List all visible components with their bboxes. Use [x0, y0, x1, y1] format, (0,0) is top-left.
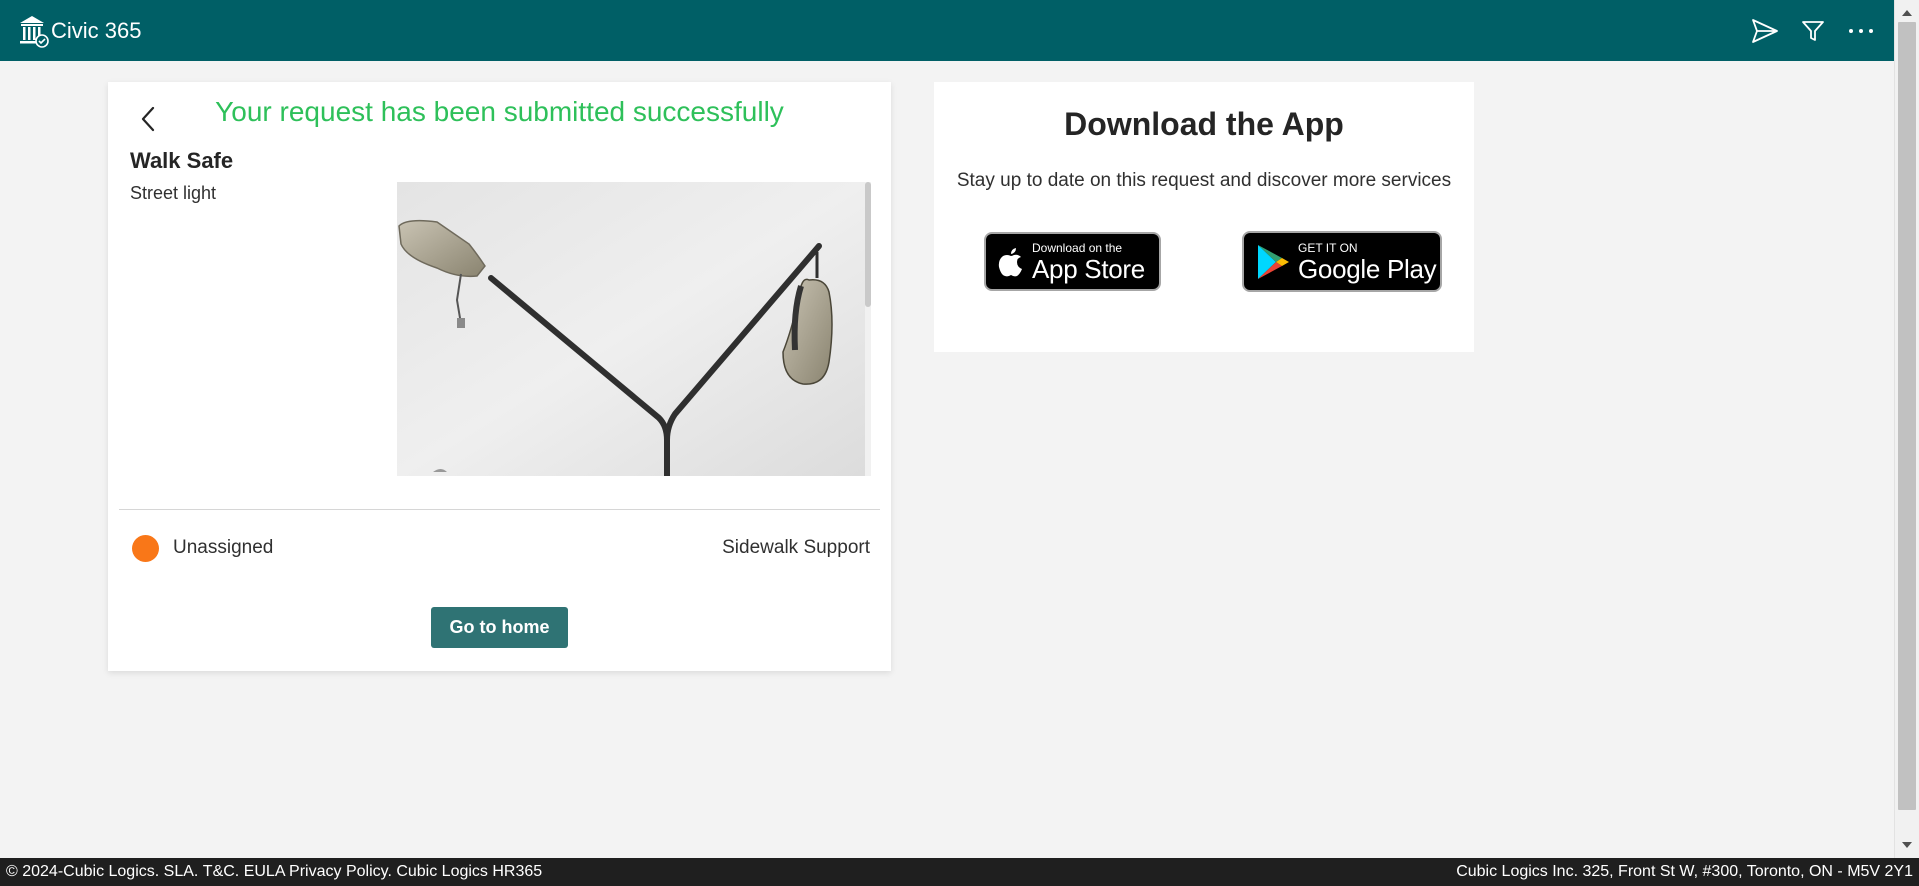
request-confirmation-card: Your request has been submitted successf…	[108, 82, 891, 671]
app-store-small-text: Download on the	[1032, 240, 1123, 255]
photo-scroll-thumb[interactable]	[865, 182, 871, 307]
app-store-big-text: App Store	[1032, 253, 1145, 284]
eula-link[interactable]: EULA	[244, 863, 289, 881]
brand[interactable]: Civic 365	[18, 14, 141, 48]
bank-logo-icon	[20, 15, 49, 48]
download-subtitle: Stay up to date on this request and disc…	[956, 170, 1452, 191]
send-icon	[1752, 18, 1778, 43]
privacy-policy-link[interactable]: Privacy Policy.	[289, 863, 396, 881]
apple-icon	[998, 247, 1022, 276]
app-title: Civic 365	[51, 17, 142, 43]
terms-link[interactable]: T&C.	[203, 863, 244, 881]
success-message: Your request has been submitted successf…	[215, 96, 784, 127]
go-to-home-button[interactable]: Go to home	[431, 607, 568, 648]
service-name: Walk Safe	[130, 148, 234, 173]
department-label: Sidewalk Support	[722, 537, 870, 558]
status-label: Unassigned	[173, 537, 274, 558]
more-button[interactable]	[1846, 16, 1876, 46]
filter-icon	[1802, 20, 1824, 41]
more-icon	[1849, 28, 1873, 33]
request-photo	[397, 182, 871, 476]
divider	[119, 509, 880, 510]
copyright-text: © 2024-Cubic Logics.	[6, 863, 164, 880]
street-light-photo	[397, 182, 865, 476]
send-button[interactable]	[1750, 16, 1780, 46]
scroll-thumb[interactable]	[1898, 22, 1916, 810]
google-play-small-text: GET IT ON	[1298, 240, 1358, 255]
scroll-up-arrow-icon[interactable]	[1902, 10, 1912, 16]
top-bar: Civic 365	[0, 0, 1894, 61]
service-type: Street light	[130, 183, 217, 203]
download-title: Download the App	[1064, 106, 1344, 142]
page-scrollbar[interactable]	[1894, 0, 1919, 858]
filter-button[interactable]	[1798, 16, 1828, 46]
app-store-badge[interactable]: Download on the App Store	[984, 232, 1161, 291]
google-play-icon	[1258, 244, 1289, 279]
download-app-card: Download the App Stay up to date on this…	[934, 82, 1474, 352]
status-indicator	[132, 535, 159, 562]
google-play-badge[interactable]: GET IT ON Google Play	[1242, 231, 1442, 292]
sla-link[interactable]: SLA.	[164, 863, 203, 881]
scroll-down-arrow-icon[interactable]	[1902, 842, 1912, 848]
footer-links: © 2024-Cubic Logics. SLA. T&C. EULA Priv…	[6, 863, 542, 881]
hr365-link[interactable]: Cubic Logics HR365	[396, 863, 542, 881]
header-actions	[1750, 0, 1876, 61]
company-address: Cubic Logics Inc. 325, Front St W, #300,…	[1456, 863, 1913, 880]
google-play-big-text: Google Play	[1298, 253, 1437, 284]
footer: © 2024-Cubic Logics. SLA. T&C. EULA Priv…	[0, 858, 1919, 886]
photo-scrollbar[interactable]	[865, 182, 871, 476]
